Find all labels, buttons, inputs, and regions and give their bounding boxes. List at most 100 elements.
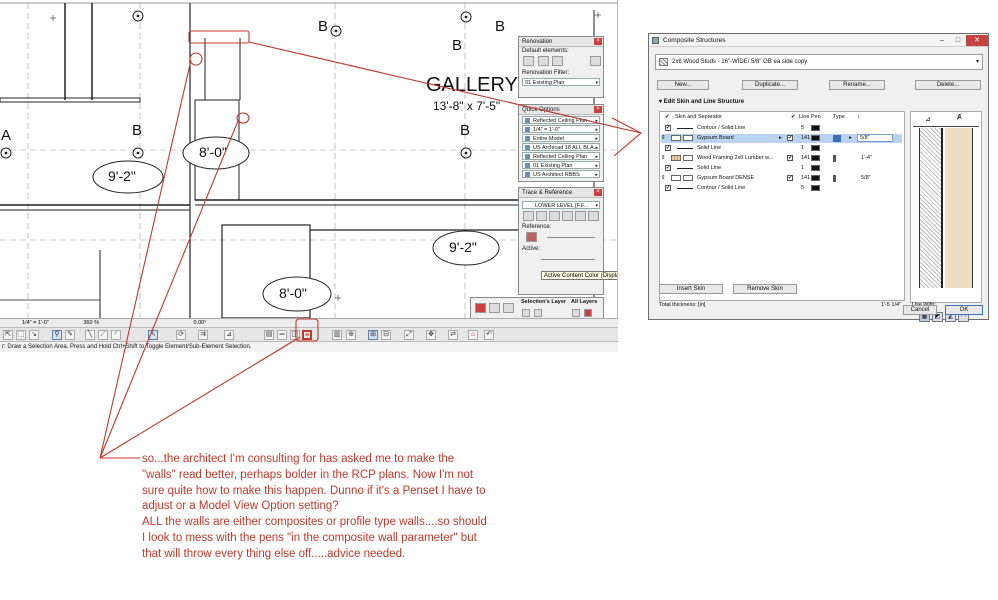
checkbox[interactable]: ✔ (665, 165, 671, 171)
reference-slider[interactable] (547, 237, 595, 238)
drag-handle-icon[interactable]: ⇕ (661, 134, 666, 143)
demolish-element-icon[interactable] (537, 56, 549, 66)
new-button[interactable]: New... (657, 80, 709, 90)
quick-option-row[interactable]: Reflected Ceiling Plan ▸ (522, 116, 600, 124)
composite-selector[interactable]: 2x6 Wood Studs - 16"-WIDE/ 5/8" GB ea si… (655, 54, 983, 70)
trace-tool-icon[interactable] (549, 211, 560, 221)
polyline-icon[interactable]: ⟋ (98, 330, 108, 340)
pointer-icon[interactable]: ⇱ (3, 330, 13, 340)
trace-tool-icon[interactable] (588, 211, 599, 221)
layer-icon[interactable] (475, 303, 486, 313)
quick-option-row[interactable]: US Archicad 18 ALL BLA... ▸ (522, 143, 600, 151)
fill-swatch[interactable] (671, 135, 681, 141)
close-icon[interactable]: × (594, 189, 602, 196)
display-icon[interactable]: ◫ (290, 330, 300, 340)
quick-option-row[interactable]: Reflected Ceiling Plan ▸ (522, 152, 600, 160)
layer-toggle-icon[interactable] (522, 309, 530, 317)
quick-option-row[interactable]: 1/4" = 1'-0" ▸ (522, 125, 600, 133)
insert-skin-button[interactable]: Insert Skin (659, 284, 723, 294)
active-slider[interactable] (541, 259, 595, 260)
offset-icon[interactable]: ⇉ (198, 330, 208, 340)
pen-swatch[interactable] (811, 145, 820, 151)
checkbox[interactable]: ✔ (787, 175, 793, 181)
type-swatch[interactable] (833, 155, 836, 162)
pen-tool-icon[interactable]: ✎ (65, 330, 75, 340)
cancel-button[interactable]: Cancel (903, 305, 937, 315)
minimize-icon[interactable]: – (934, 35, 950, 46)
home-icon[interactable]: ⌂ (468, 330, 478, 340)
skin-thickness-input[interactable]: 5/8" (857, 134, 893, 142)
close-icon[interactable]: × (594, 106, 602, 113)
rename-button[interactable]: Rename... (829, 80, 885, 90)
pen-swatch[interactable] (811, 125, 820, 131)
renovation-palette[interactable]: Renovation × Default elements: Renovatio… (518, 36, 604, 98)
layer-toggle-icon[interactable] (584, 309, 592, 317)
skin-row[interactable]: ✔ Solid Line 1 (661, 144, 902, 153)
magic-wand-icon[interactable]: ⚲ (52, 330, 62, 340)
zoom-in-icon[interactable]: ⊞ (368, 330, 378, 340)
layers-bar[interactable]: Selection's Layer All Layers (470, 297, 604, 319)
quick-option-row[interactable]: Entire Model ▸ (522, 134, 600, 142)
duplicate-button[interactable]: Duplicate... (742, 80, 798, 90)
pan-icon[interactable]: ✥ (426, 330, 436, 340)
reference-color-icon[interactable] (526, 232, 537, 242)
remove-skin-button[interactable]: Remove Skin (733, 284, 797, 294)
cad-plan-window[interactable]: GALLERY 13'-8" x 7'-5" 9'-2" 8'-0" 9'-2"… (0, 0, 618, 352)
close-icon[interactable]: × (594, 38, 602, 45)
override-icon[interactable] (590, 56, 602, 66)
fill-swatch[interactable] (683, 155, 693, 161)
fill-swatch[interactable] (683, 135, 693, 141)
snap-icon[interactable]: ↖ (148, 330, 158, 340)
layer-toggle-icon[interactable] (572, 309, 580, 317)
quick-option-row[interactable]: 01 Existing Plan ▸ (522, 161, 600, 169)
trace-level-select[interactable]: LOWER LEVEL [F.F... ▾ (522, 201, 600, 209)
type-swatch[interactable] (833, 175, 836, 182)
checkbox[interactable]: ✔ (665, 185, 671, 191)
line-tool-icon[interactable]: ╲ (85, 330, 95, 340)
ok-button[interactable]: OK (945, 305, 983, 315)
layout-icon[interactable]: ▥ (332, 330, 342, 340)
pen-swatch[interactable] (811, 135, 820, 141)
zoom-out-icon[interactable]: ⊟ (381, 330, 391, 340)
checkbox[interactable]: ✔ (787, 135, 793, 141)
fill-swatch[interactable] (683, 175, 693, 181)
trace-tool-icon[interactable] (523, 211, 534, 221)
trace-tool-icon[interactable] (575, 211, 586, 221)
type-swatch[interactable] (833, 135, 841, 142)
renovation-filter-select[interactable]: 01 Existing Plan ▾ (522, 78, 600, 86)
pen-swatch[interactable] (811, 175, 820, 181)
skin-row[interactable]: ✔ Contour / Solid Line 5 (661, 184, 902, 193)
dialog-titlebar[interactable]: Composite Structures – □ ✕ (649, 34, 988, 47)
new-element-icon[interactable] (552, 56, 564, 66)
arc-tool-icon[interactable]: ◜ (111, 330, 121, 340)
checkbox[interactable]: ✔ (665, 145, 671, 151)
pen-swatch[interactable] (811, 185, 820, 191)
quick-option-row[interactable]: US Architect RBBS ▸ (522, 170, 600, 178)
section-icon[interactable]: ═ (277, 330, 287, 340)
maximize-icon[interactable]: □ (950, 35, 966, 46)
close-icon[interactable]: ✕ (966, 35, 988, 46)
existing-element-icon[interactable] (523, 56, 534, 66)
rotate-icon[interactable]: ⟳ (176, 330, 186, 340)
pen-swatch[interactable] (811, 165, 820, 171)
marquee-icon[interactable]: ⬚ (16, 330, 26, 340)
checkbox[interactable]: ✔ (665, 125, 671, 131)
fit-icon[interactable]: ⤢ (404, 330, 414, 340)
back-icon[interactable]: ↶ (484, 330, 494, 340)
layer-toggle-icon[interactable] (534, 309, 542, 317)
skin-row[interactable]: ✔ Contour / Solid Line 5 (661, 124, 902, 133)
guide-icon[interactable]: ⊿ (224, 330, 234, 340)
delete-button[interactable]: Delete... (915, 80, 981, 90)
view-toggle-icon[interactable]: ▤ (264, 330, 274, 340)
nav-icon[interactable]: ⇄ (448, 330, 458, 340)
tool-toolbar[interactable]: ⇱ ⬚ ↘ ⚲ ✎ ╲ ⟋ ◜ ↖ ⟳ ⇉ ⊿ ▤ ═ ◫ ≡ ▥ ⊕ ⊞ ⊟ … (0, 327, 618, 342)
trace-tool-icon[interactable] (536, 211, 547, 221)
eye-icon[interactable] (489, 303, 500, 313)
skin-row[interactable]: ⇕ Gypsum Board DENSE ✔ 141 5/8" (661, 174, 902, 183)
checkbox[interactable]: ✔ (787, 155, 793, 161)
magnify-icon[interactable]: ⊕ (346, 330, 356, 340)
trace-tool-icon[interactable] (562, 211, 573, 221)
fill-swatch[interactable] (671, 155, 681, 161)
section-header[interactable]: ▾ Edit Skin and Line Structure (659, 98, 744, 105)
drag-handle-icon[interactable]: ⇕ (661, 174, 666, 183)
